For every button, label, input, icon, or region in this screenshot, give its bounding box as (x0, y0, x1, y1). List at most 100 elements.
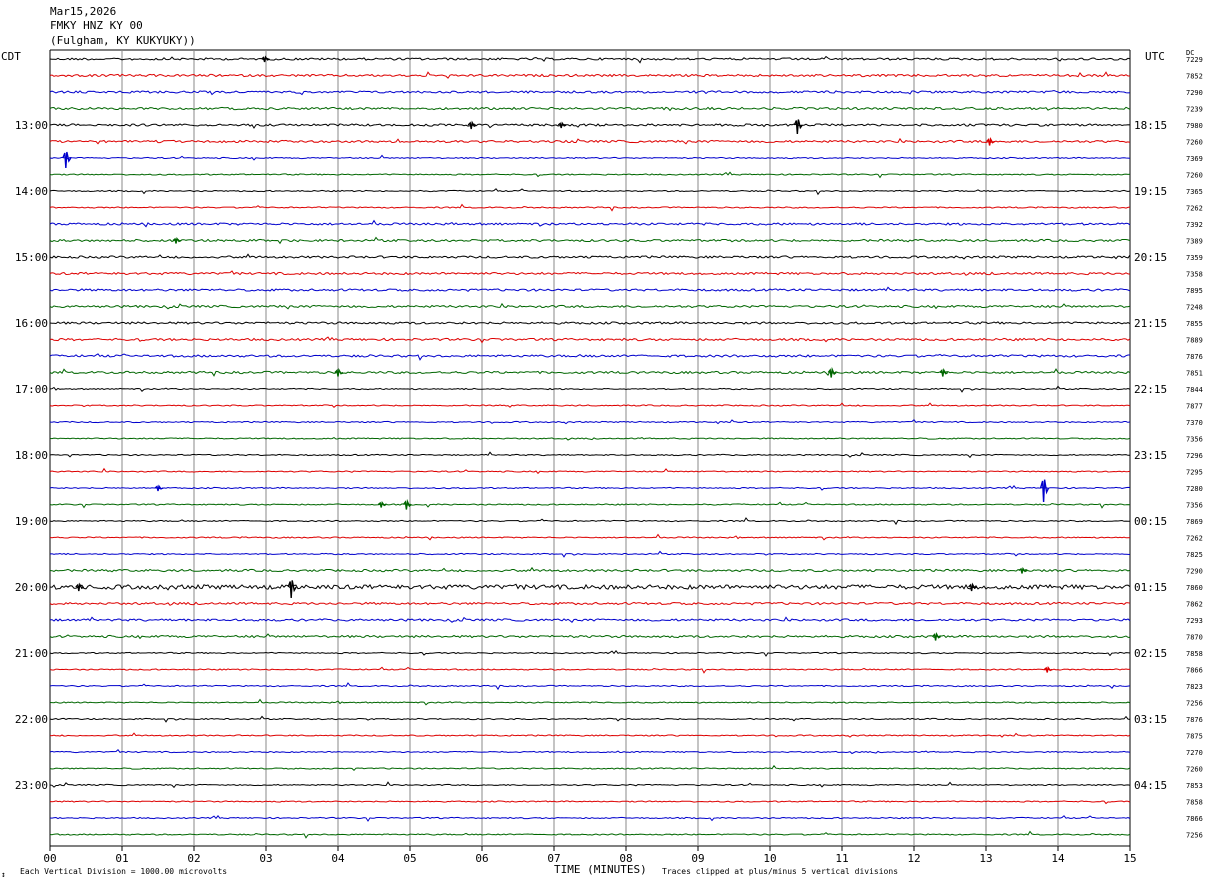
dc-offset-label: 7889 (1186, 337, 1203, 345)
seismic-traces (49, 55, 1131, 839)
dc-offset-label: 7256 (1186, 832, 1203, 840)
x-tick-label: 09 (691, 852, 704, 865)
dc-offset-label: 7260 (1186, 139, 1203, 147)
trace-row (49, 583, 1131, 591)
right-hour-label: 23:15 (1134, 449, 1167, 462)
trace-row (49, 781, 1131, 789)
trace-row (49, 682, 1131, 691)
clip-note: Traces clipped at plus/minus 5 vertical … (662, 867, 899, 876)
x-tick-label: 12 (907, 852, 920, 865)
trace-row (49, 814, 1131, 822)
helicorder-plot: 00 01 02 03 04 05 06 07 08 09 10 11 12 13 14 1572297852… (15, 49, 1203, 865)
trace-row (49, 321, 1131, 325)
trace-row (49, 830, 1131, 839)
dc-offset-label: 7248 (1186, 304, 1203, 312)
dc-offset-label: 7855 (1186, 320, 1203, 328)
dc-offset-label: 7389 (1186, 238, 1203, 246)
right-hour-label: 04:15 (1134, 779, 1167, 792)
dc-offset-label: 7270 (1186, 749, 1203, 757)
dc-offset-label: 7260 (1186, 172, 1203, 180)
trace-row (49, 517, 1131, 526)
dc-offset-label: 7260 (1186, 766, 1203, 774)
trace-row (49, 566, 1131, 573)
trace-row (49, 336, 1131, 344)
dc-offset-label: 7858 (1186, 799, 1203, 807)
seismic-event (62, 151, 72, 169)
dc-offset-label: 7295 (1186, 469, 1203, 477)
dc-offset-label: 7866 (1186, 667, 1203, 675)
dc-offset-label: 7365 (1186, 188, 1203, 196)
dc-offset-label: 7358 (1186, 271, 1203, 279)
trace-row (49, 203, 1131, 212)
dc-offset-label: 7256 (1186, 700, 1203, 708)
dc-offset-label: 7858 (1186, 650, 1203, 658)
dc-offset-label: 7280 (1186, 485, 1203, 493)
axis-labels: 00 01 02 03 04 05 06 07 08 09 10 11 12 13 14 1572297852… (15, 56, 1203, 865)
x-tick-label: 11 (835, 852, 848, 865)
left-hour-label: 23:00 (15, 779, 48, 792)
trace-row (49, 123, 1131, 129)
trace-row (49, 666, 1131, 674)
left-hour-label: 17:00 (15, 383, 48, 396)
right-hour-label: 00:15 (1134, 515, 1167, 528)
x-tick-label: 10 (763, 852, 776, 865)
left-hour-label: 20:00 (15, 581, 48, 594)
x-tick-label: 04 (331, 852, 345, 865)
trace-row (49, 418, 1131, 425)
minute-gridlines (49, 49, 1131, 851)
dc-offset-label: 7296 (1186, 452, 1203, 460)
trace-row (49, 616, 1131, 624)
x-tick-label: 02 (187, 852, 200, 865)
left-hour-label: 21:00 (15, 647, 48, 660)
dc-offset-label: 7876 (1186, 353, 1203, 361)
trace-row (49, 633, 1131, 640)
trace-row (49, 601, 1131, 606)
x-tick-label: 06 (475, 852, 488, 865)
dc-offset-label: 7852 (1186, 73, 1203, 81)
trace-row (49, 89, 1131, 96)
trace-row (49, 437, 1131, 441)
trace-row (49, 501, 1131, 509)
trace-row (49, 649, 1131, 657)
trace-row (49, 764, 1131, 771)
dc-offset-label: 7262 (1186, 205, 1203, 213)
trace-row (49, 715, 1131, 723)
trace-row (49, 154, 1131, 161)
dc-offset-label: 7290 (1186, 568, 1203, 576)
trace-row (49, 353, 1130, 361)
dc-offset-label: 7293 (1186, 617, 1203, 625)
seismic-event (377, 501, 387, 508)
trace-row (49, 171, 1131, 179)
right-hour-label: 21:15 (1134, 317, 1167, 330)
trace-row (49, 286, 1131, 293)
right-hour-label: 22:15 (1134, 383, 1167, 396)
left-hour-label: 13:00 (15, 119, 48, 132)
dc-offset-label: 7359 (1186, 254, 1203, 262)
trace-row (49, 188, 1131, 196)
seismic-event (172, 237, 182, 244)
dc-offset-label: 7866 (1186, 815, 1203, 823)
left-hour-label: 19:00 (15, 515, 48, 528)
trace-row (49, 385, 1131, 393)
dc-offset-label: 7239 (1186, 106, 1203, 114)
dc-offset-label: 7870 (1186, 634, 1203, 642)
seismic-event (154, 484, 164, 492)
left-hour-label: 14:00 (15, 185, 48, 198)
seismic-event (1039, 479, 1050, 503)
dc-offset-label: 7290 (1186, 89, 1203, 97)
dc-offset-label: 7356 (1186, 436, 1203, 444)
x-tick-label: 13 (979, 852, 992, 865)
trace-row (49, 106, 1131, 112)
dc-offset-label: 7869 (1186, 518, 1203, 526)
dc-offset-label: 7895 (1186, 287, 1203, 295)
dc-offset-label: 7370 (1186, 419, 1203, 427)
trace-row (49, 236, 1131, 245)
dc-offset-label: 7980 (1186, 122, 1203, 130)
trace-row (49, 302, 1131, 310)
corner-mark: ↕ (1, 870, 6, 879)
dc-offset-label: 7825 (1186, 551, 1203, 559)
right-hour-label: 02:15 (1134, 647, 1167, 660)
left-hour-label: 16:00 (15, 317, 48, 330)
x-tick-label: 14 (1051, 852, 1065, 865)
trace-row (49, 698, 1131, 706)
